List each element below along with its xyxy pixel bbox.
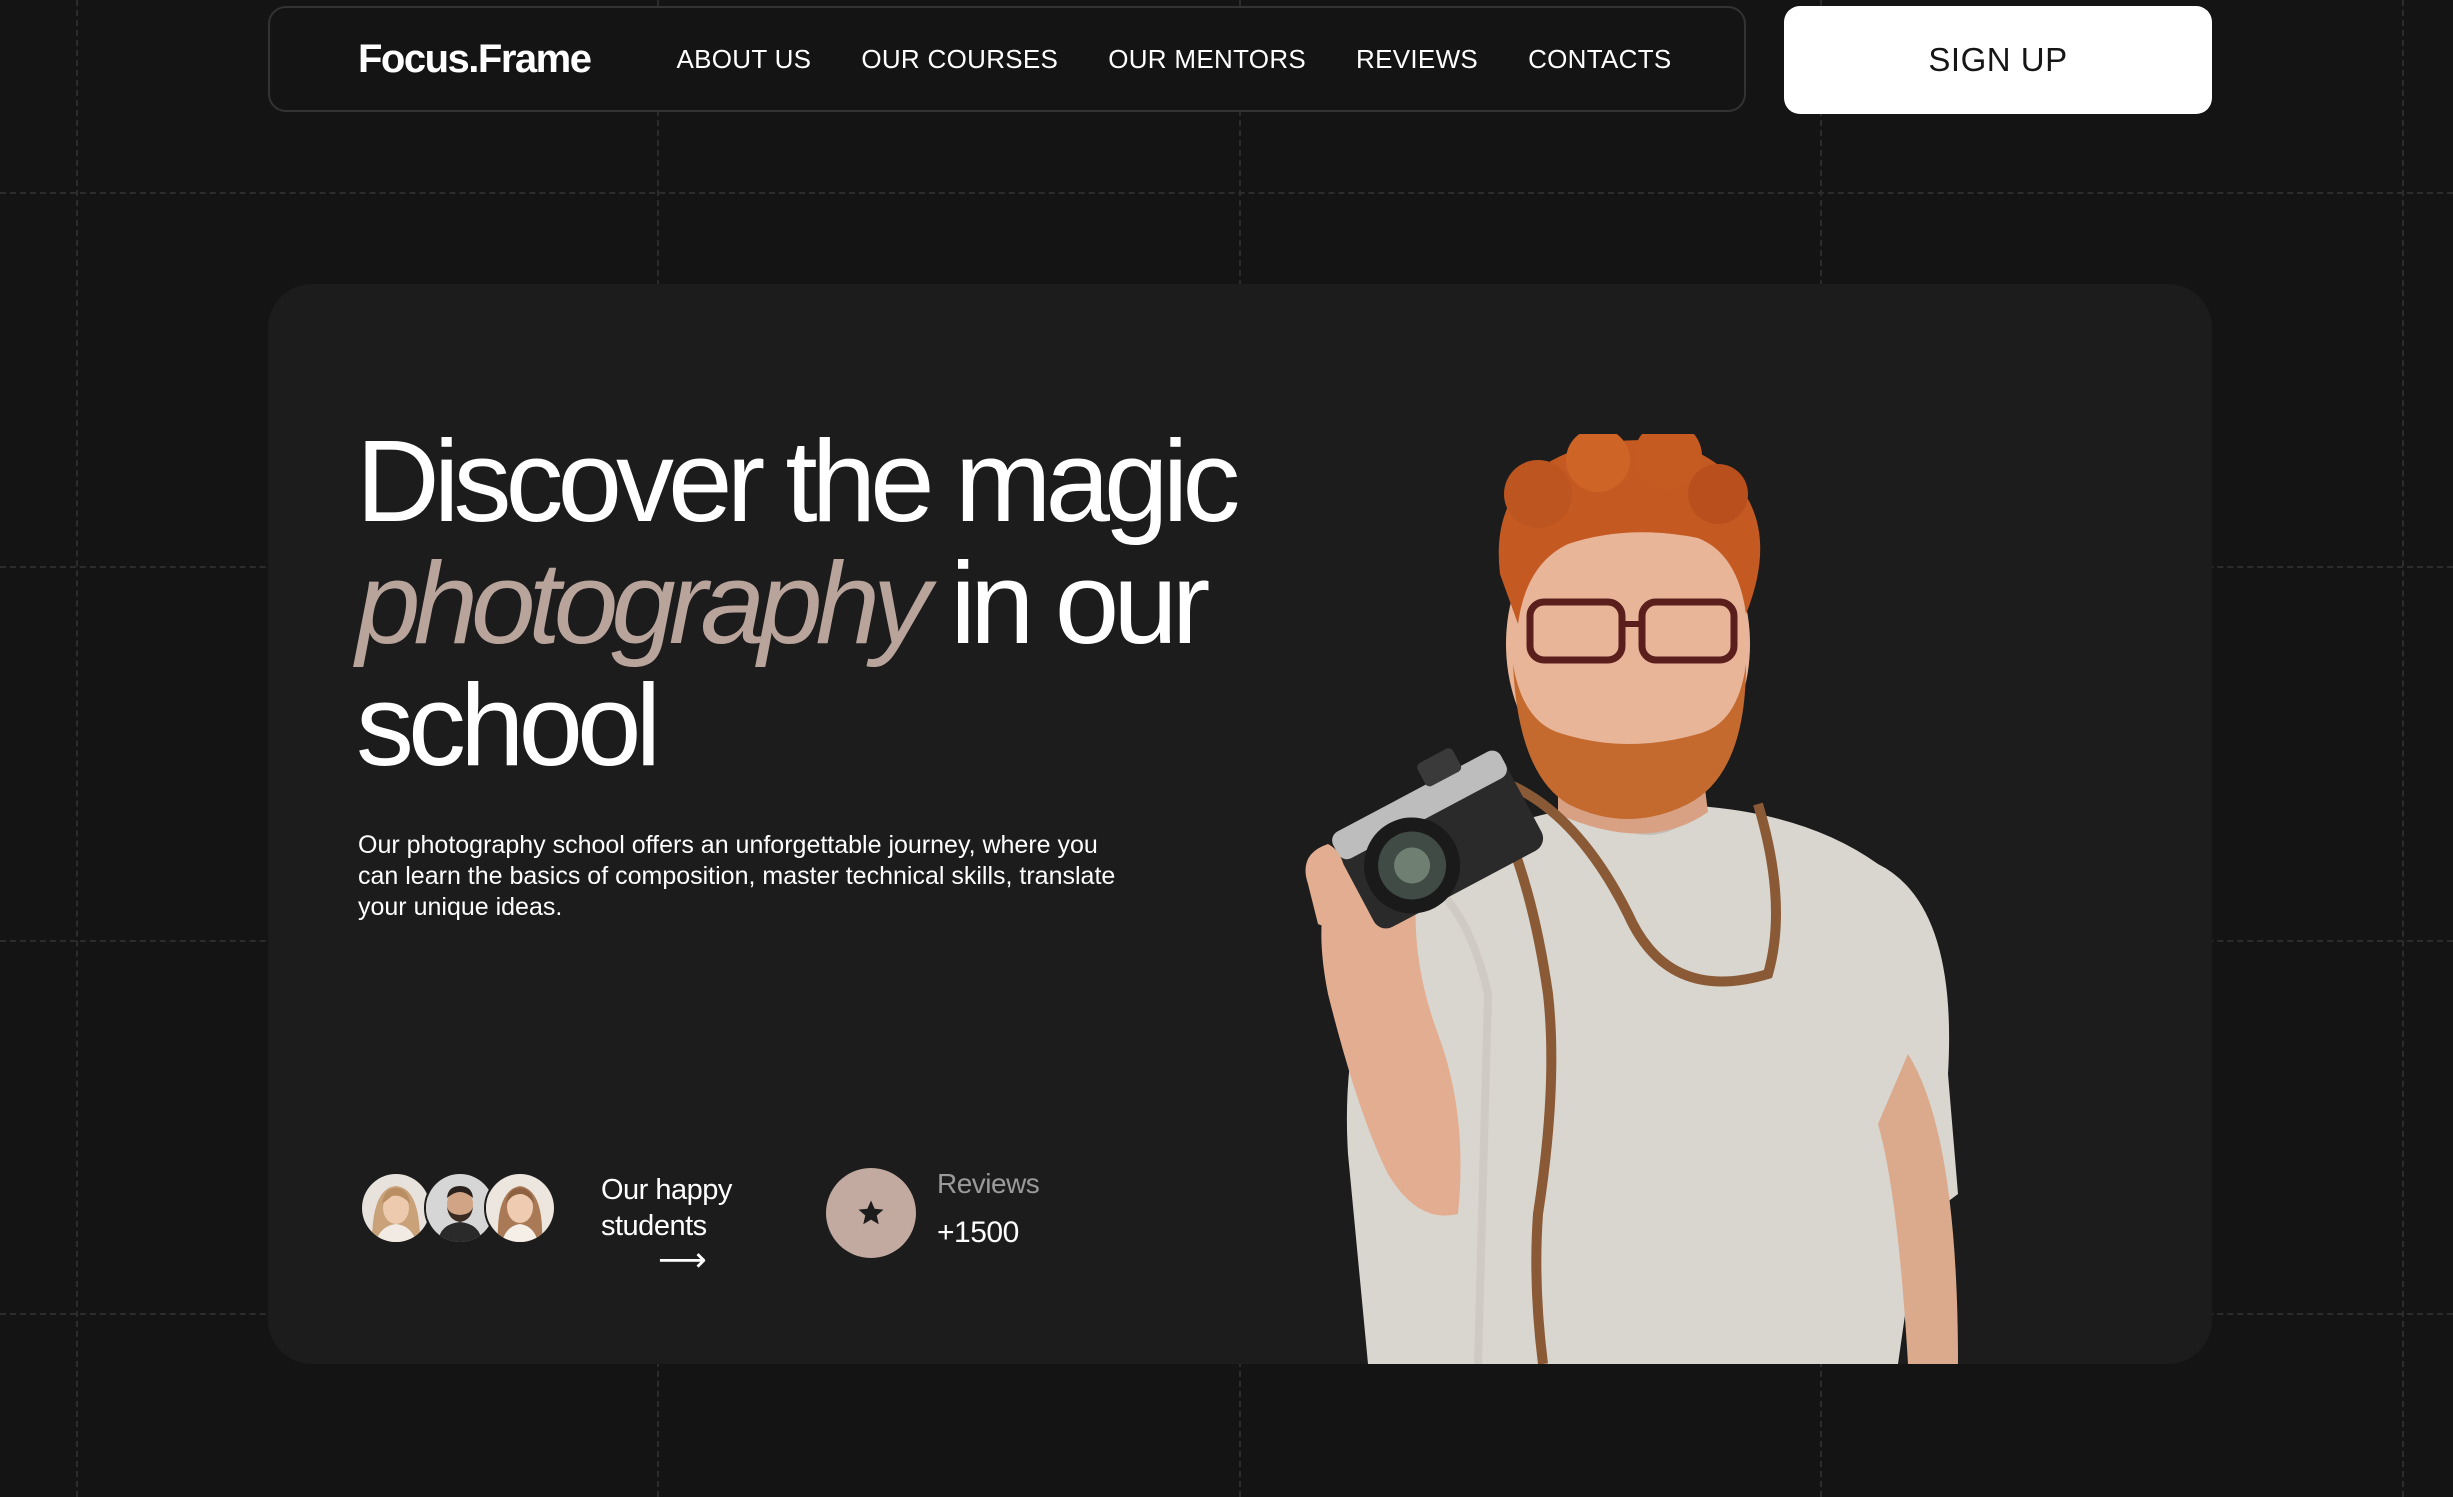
avatar xyxy=(360,1172,432,1244)
grid-line xyxy=(2402,0,2404,1497)
avatar-woman-blonde-icon xyxy=(362,1174,430,1242)
student-avatars[interactable] xyxy=(360,1172,560,1244)
brand-logo[interactable]: Focus.Frame xyxy=(358,37,592,82)
nav-link-our-courses[interactable]: OUR COURSES xyxy=(861,44,1058,75)
hero-description: Our photography school offers an unforge… xyxy=(358,831,1116,921)
headline-accent-word: photography xyxy=(356,538,931,668)
headline-line-1: Discover the magic xyxy=(356,416,1240,546)
avatar xyxy=(484,1172,556,1244)
headline-line-2: in our xyxy=(923,538,1210,668)
avatar-woman-brunette-icon xyxy=(486,1174,554,1242)
sign-up-button[interactable]: SIGN UP xyxy=(1784,6,2212,114)
nav-link-about-us[interactable]: ABOUT US xyxy=(676,44,811,75)
star-icon xyxy=(858,1200,884,1225)
reviews-star-badge xyxy=(826,1168,916,1258)
top-navbar: Focus.Frame ABOUT US OUR COURSES OUR MEN… xyxy=(268,6,1746,112)
grid-line xyxy=(0,192,2453,194)
students-label-line-1: Our happy xyxy=(601,1174,732,1206)
photographer-image xyxy=(1305,434,1958,1364)
reviews-label: Reviews xyxy=(937,1168,1040,1199)
nav-link-our-mentors[interactable]: OUR MENTORS xyxy=(1108,44,1306,75)
arrow-right-icon[interactable]: ⟶ xyxy=(658,1240,707,1280)
hero-card: Discover the magic photography in our scho… xyxy=(268,284,2212,1364)
nav-link-contacts[interactable]: CONTACTS xyxy=(1528,44,1671,75)
nav-links: ABOUT US OUR COURSES OUR MENTORS REVIEWS… xyxy=(676,44,1671,75)
reviews-count: +1500 xyxy=(937,1216,1019,1249)
grid-line xyxy=(76,0,78,1497)
nav-link-reviews[interactable]: REVIEWS xyxy=(1356,44,1478,75)
headline-line-3: school xyxy=(356,660,661,790)
hero-headline: Discover the magic photography in our scho… xyxy=(356,420,1240,786)
happy-students-label: Our happy students xyxy=(601,1172,732,1244)
students-label-line-2: students xyxy=(601,1210,707,1242)
